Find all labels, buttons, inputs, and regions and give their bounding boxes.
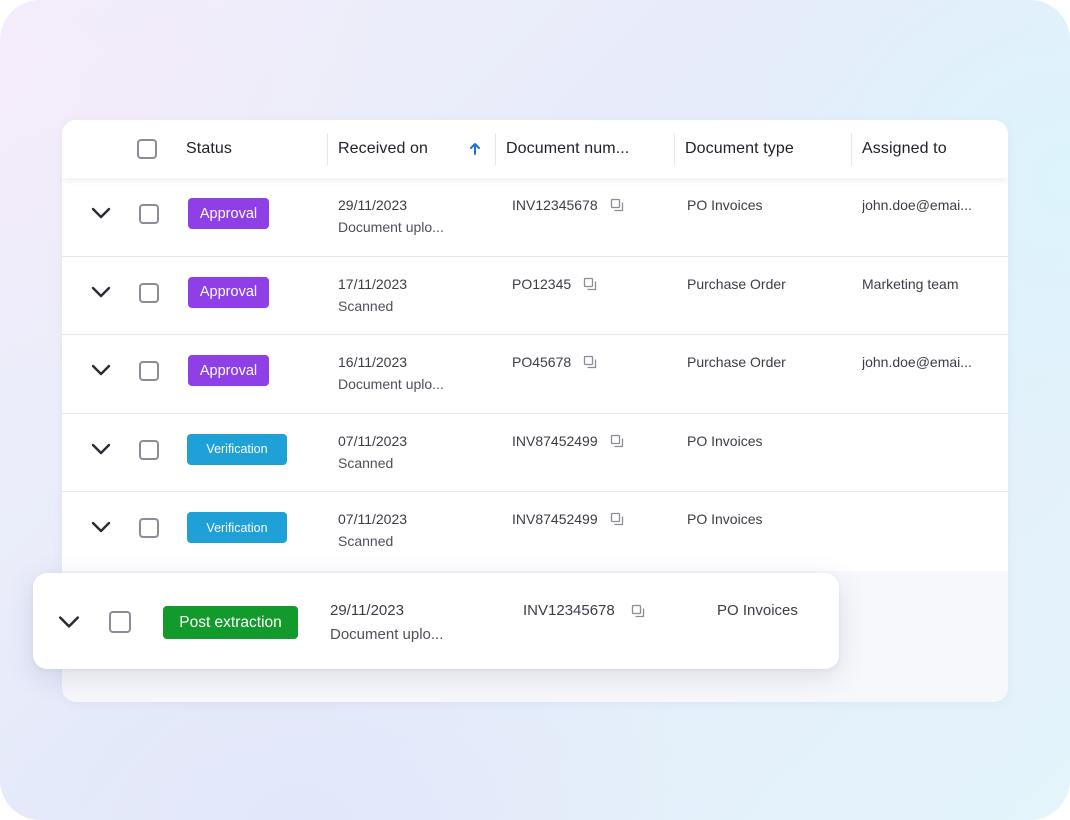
received-date: 16/11/2023 — [338, 354, 408, 371]
column-divider[interactable] — [674, 133, 675, 165]
table-row[interactable]: Verification 07/11/2023 Scanned INV87452… — [62, 492, 1008, 571]
received-on-cell: 16/11/2023 Document uplo... — [338, 351, 444, 395]
chevron-down-icon[interactable] — [90, 520, 112, 534]
document-number-cell: PO45678 — [512, 351, 597, 373]
chevron-down-icon[interactable] — [90, 285, 112, 299]
arrow-up-icon[interactable] — [467, 141, 483, 157]
row-checkbox[interactable] — [139, 439, 159, 460]
floating-row[interactable]: Post extraction 29/11/2023 Document uplo… — [33, 573, 839, 669]
document-type-cell: PO Invoices — [687, 511, 763, 528]
document-number: INV12345678 — [523, 602, 615, 619]
received-on-cell: 07/11/2023 Scanned — [338, 508, 407, 552]
document-number: PO12345 — [512, 275, 572, 292]
table-row[interactable]: Approval 29/11/2023 Document uplo... INV… — [62, 178, 1008, 257]
assigned-to-cell: Marketing team — [862, 275, 959, 292]
document-number-cell: INV12345678 — [523, 599, 645, 623]
row-checkbox[interactable] — [139, 518, 159, 539]
header-document-type[interactable]: Document type — [685, 120, 794, 178]
received-on-cell: 17/11/2023 Scanned — [338, 273, 407, 317]
received-date: 17/11/2023 — [338, 275, 408, 292]
column-divider[interactable] — [851, 133, 852, 165]
table-row[interactable]: Verification 07/11/2023 Scanned INV87452… — [62, 413, 1008, 493]
document-number-cell: INV87452499 — [512, 508, 624, 530]
select-all-checkbox[interactable] — [137, 139, 157, 159]
status-badge: Approval — [188, 276, 269, 308]
received-on-cell: 29/11/2023 Document uplo... — [330, 599, 443, 647]
copy-icon[interactable] — [610, 512, 624, 526]
chevron-down-icon[interactable] — [90, 206, 112, 220]
received-source: Document uplo... — [338, 219, 444, 235]
chevron-down-icon[interactable] — [90, 363, 112, 377]
assigned-to-cell: john.doe@emai... — [862, 354, 972, 371]
header-received-on[interactable]: Received on — [338, 120, 428, 178]
table-header: Status Received on Document num... Docum… — [62, 120, 1008, 178]
status-badge: Approval — [188, 355, 269, 387]
row-checkbox[interactable] — [139, 361, 159, 382]
copy-icon[interactable] — [583, 355, 597, 369]
document-type-cell: PO Invoices — [687, 197, 763, 213]
copy-icon[interactable] — [631, 604, 645, 618]
column-divider[interactable] — [327, 133, 328, 165]
chevron-down-icon[interactable] — [90, 442, 112, 456]
header-document-number[interactable]: Document num... — [506, 120, 629, 178]
status-badge: Post extraction — [163, 606, 298, 639]
chevron-down-icon[interactable] — [57, 614, 81, 630]
status-badge: Verification — [187, 512, 287, 544]
document-type-cell: Purchase Order — [687, 275, 786, 292]
document-type-cell: PO Invoices — [717, 602, 798, 619]
copy-icon[interactable] — [610, 198, 624, 212]
document-number: INV12345678 — [512, 197, 598, 213]
copy-icon[interactable] — [583, 277, 597, 291]
table-body: Approval 29/11/2023 Document uplo... INV… — [62, 178, 1008, 571]
status-badge: Verification — [187, 433, 287, 465]
assigned-to-cell: john.doe@emai... — [862, 197, 972, 213]
document-number: INV87452499 — [512, 432, 598, 449]
header-assigned-to[interactable]: Assigned to — [862, 120, 947, 178]
received-source: Scanned — [338, 533, 394, 550]
received-source: Scanned — [338, 297, 394, 314]
received-date: 07/11/2023 — [338, 511, 408, 528]
received-date: 29/11/2023 — [330, 602, 404, 619]
received-source: Scanned — [338, 454, 394, 471]
status-badge: Approval — [188, 198, 269, 229]
row-checkbox[interactable] — [109, 611, 131, 633]
row-checkbox[interactable] — [139, 282, 159, 303]
received-source: Document uplo... — [338, 376, 444, 393]
received-on-cell: 07/11/2023 Scanned — [338, 430, 407, 474]
table-row[interactable]: Approval 17/11/2023 Scanned PO12345 Purc… — [62, 256, 1008, 336]
column-divider[interactable] — [495, 133, 496, 165]
row-checkbox[interactable] — [139, 204, 159, 224]
document-type-cell: PO Invoices — [687, 432, 763, 449]
document-type-cell: Purchase Order — [687, 354, 786, 371]
document-number-cell: INV87452499 — [512, 430, 624, 452]
document-number-cell: PO12345 — [512, 273, 597, 295]
received-source: Document uplo... — [330, 626, 444, 643]
received-date: 29/11/2023 — [338, 197, 408, 213]
document-number: INV87452499 — [512, 511, 598, 528]
header-status[interactable]: Status — [186, 120, 232, 178]
received-on-cell: 29/11/2023 Document uplo... — [338, 194, 444, 238]
table-row[interactable]: Approval 16/11/2023 Document uplo... PO4… — [62, 335, 1008, 414]
copy-icon[interactable] — [610, 434, 624, 448]
document-number: PO45678 — [512, 354, 572, 371]
document-number-cell: INV12345678 — [512, 194, 624, 216]
received-date: 07/11/2023 — [338, 432, 408, 449]
